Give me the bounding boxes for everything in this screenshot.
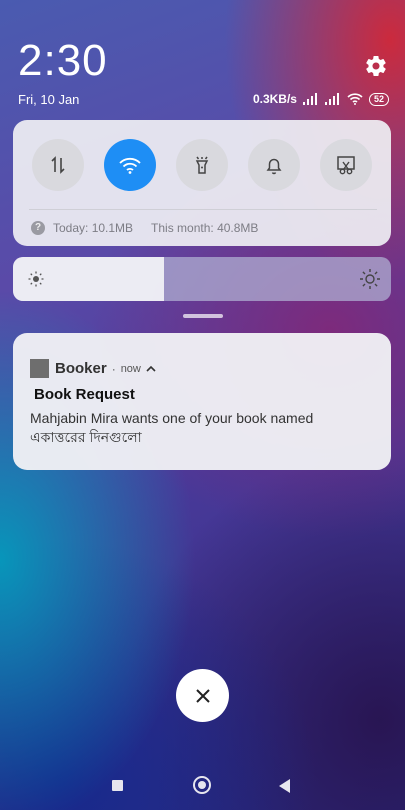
clear-notifications-button[interactable] xyxy=(176,669,229,722)
scissors-icon xyxy=(337,156,355,175)
net-speed: 0.3KB/s xyxy=(252,92,297,106)
home-icon[interactable] xyxy=(193,776,211,794)
back-icon[interactable] xyxy=(279,779,290,793)
wifi-icon xyxy=(119,157,141,174)
usage-today: Today: 10.1MB xyxy=(53,221,134,235)
quick-settings-divider xyxy=(29,209,377,210)
brightness-slider[interactable] xyxy=(13,257,391,301)
data-usage: ? Today: 10.1MB This month: 40.8MB xyxy=(31,221,258,235)
notification-header: Booker · now xyxy=(30,359,156,378)
close-icon xyxy=(195,688,210,703)
status-date: Fri, 10 Jan xyxy=(18,92,80,107)
notification-time: now xyxy=(120,362,141,375)
quick-settings-panel: ? Today: 10.1MB This month: 40.8MB xyxy=(13,120,391,246)
settings-gear-icon[interactable] xyxy=(364,54,388,78)
notification-app-name: Booker xyxy=(55,360,107,377)
wifi-toggle[interactable] xyxy=(104,139,156,191)
notification-card[interactable]: Booker · now Book Request Mahjabin Mira … xyxy=(13,333,391,470)
notification-body-line1: Mahjabin Mira wants one of your book nam… xyxy=(30,410,314,426)
status-clock: 2:30 xyxy=(18,36,108,85)
data-transfer-icon xyxy=(51,156,65,174)
notification-body: Mahjabin Mira wants one of your book nam… xyxy=(30,409,370,447)
battery-indicator: 52 xyxy=(368,92,389,106)
flashlight-toggle[interactable] xyxy=(176,139,228,191)
chevron-up-icon[interactable] xyxy=(146,365,156,373)
brightness-low-icon xyxy=(28,271,44,287)
notification-body-line2: একাত্তরের দিনগুলো xyxy=(30,429,142,445)
recent-apps-icon[interactable] xyxy=(112,780,123,791)
usage-month: This month: 40.8MB xyxy=(151,221,259,235)
status-indicators: 0.3KB/s 52 xyxy=(253,92,389,106)
help-icon[interactable]: ? xyxy=(31,221,45,235)
flashlight-icon xyxy=(195,156,209,174)
signal-1-icon xyxy=(302,93,317,105)
screenshot-toggle[interactable] xyxy=(320,139,372,191)
wifi-status-icon xyxy=(347,93,363,105)
bell-icon xyxy=(266,158,282,175)
notification-title: Book Request xyxy=(34,386,135,403)
separator-dot: · xyxy=(111,361,116,376)
brightness-high-icon xyxy=(360,269,380,289)
navigation-bar xyxy=(0,760,405,810)
app-icon xyxy=(30,359,49,378)
drag-handle[interactable] xyxy=(183,314,223,318)
mobile-data-toggle[interactable] xyxy=(32,139,84,191)
sound-toggle[interactable] xyxy=(248,139,300,191)
signal-2-icon xyxy=(324,93,339,105)
